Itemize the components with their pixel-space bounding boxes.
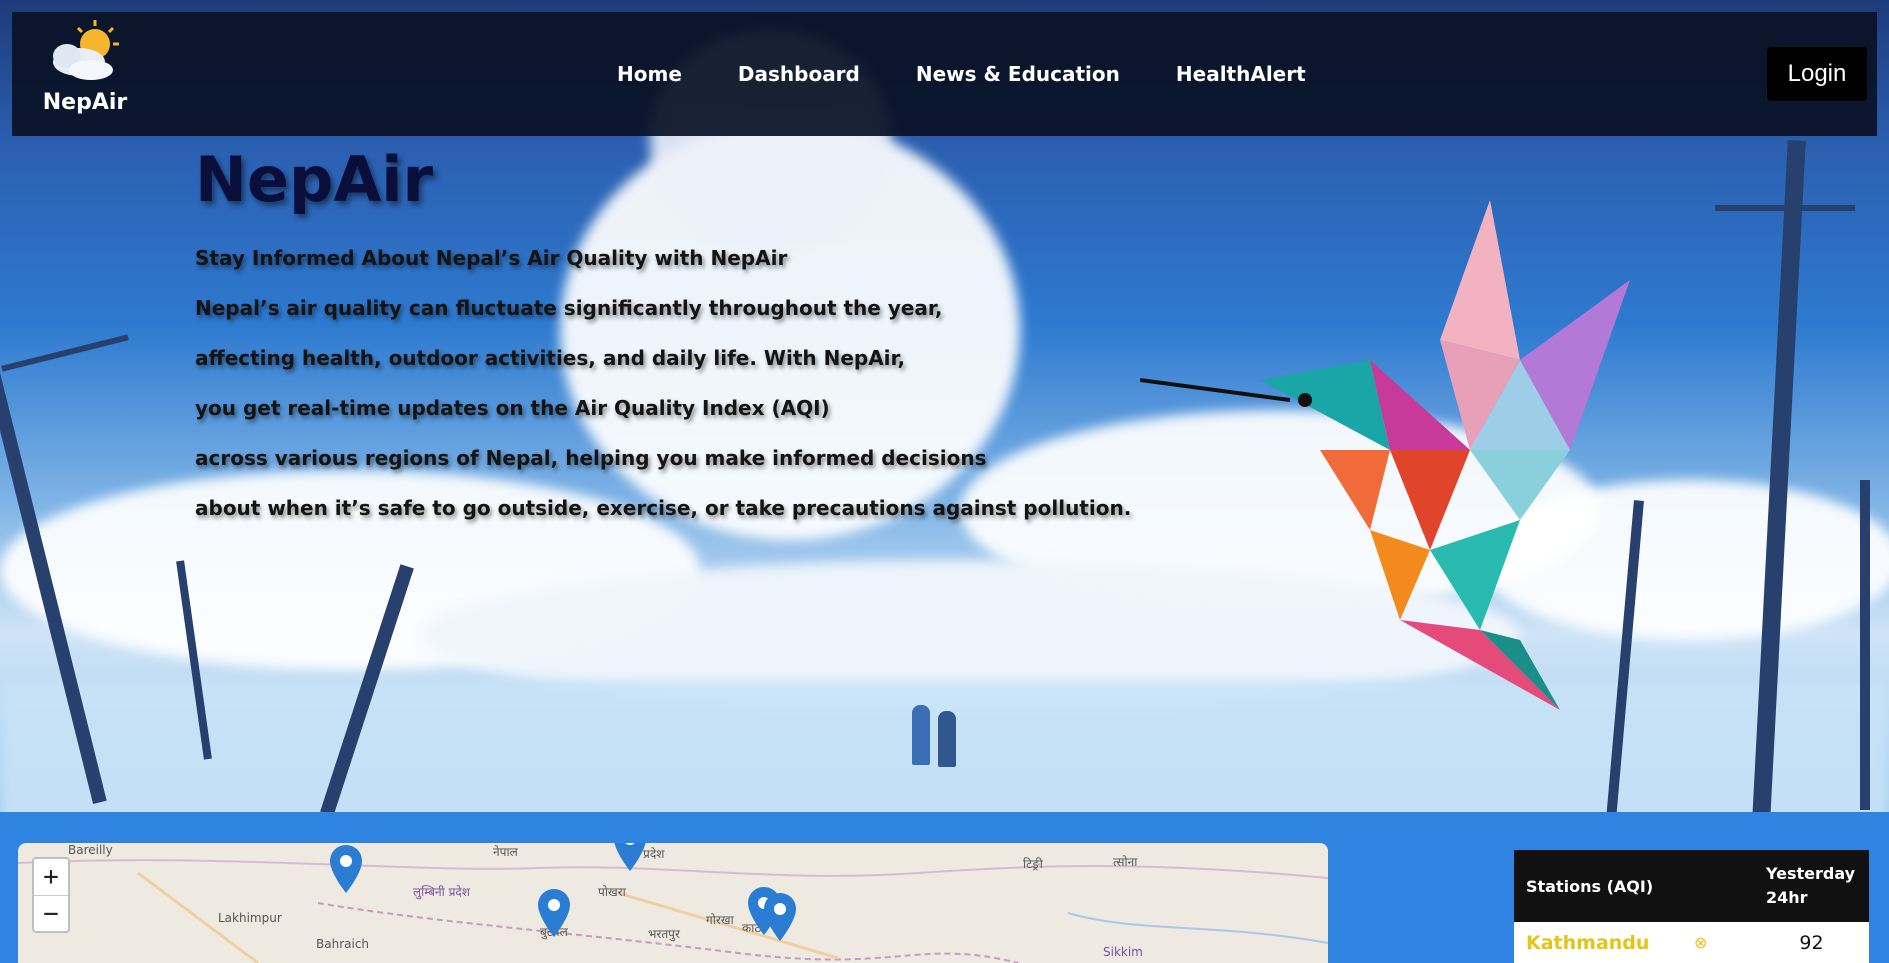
hero-line: affecting health, outdoor activities, an… (195, 346, 906, 370)
hero-line: you get real-time updates on the Air Qua… (195, 396, 830, 420)
utility-pole-arm (1, 334, 129, 372)
map-label: लुम्बिनी प्रदेश (413, 885, 470, 899)
hero-line: Nepal’s air quality can fluctuate signif… (195, 296, 943, 320)
hero-title: NepAir (195, 143, 434, 216)
station-name[interactable]: Kathmandu (1514, 932, 1694, 954)
login-button[interactable]: Login (1767, 47, 1867, 101)
circle-x-icon: ⊗ (1694, 933, 1708, 952)
map-label: भरतपुर (648, 927, 680, 941)
map-label: त्सोना (1113, 855, 1138, 869)
nav-health-alert[interactable]: HealthAlert (1176, 62, 1306, 86)
map-zoom-control: + − (32, 857, 70, 933)
hero-description: Stay Informed About Nepal’s Air Quality … (195, 243, 1131, 543)
brand-name: NepAir (42, 90, 128, 115)
map-label: नेपाल (493, 845, 518, 859)
nav-dashboard[interactable]: Dashboard (738, 62, 860, 86)
map-label: Bahraich (316, 937, 370, 951)
map-marker-icon[interactable] (538, 889, 570, 937)
nav-news-education[interactable]: News & Education (916, 62, 1120, 86)
nav-links: Home Dashboard News & Education HealthAl… (617, 12, 1306, 136)
map-marker-icon[interactable] (614, 843, 646, 871)
table-row[interactable]: Kathmandu ⊗ 92 (1514, 922, 1869, 963)
stations-table-header: Stations (AQI) Yesterday 24hr (1514, 850, 1869, 922)
utility-pole-arm (1715, 205, 1855, 211)
map-marker-icon[interactable] (764, 893, 796, 941)
map-label: Bareilly (68, 843, 113, 857)
stations-column-header: Stations (AQI) (1526, 876, 1654, 896)
utility-pole (1860, 480, 1870, 810)
map-label: प्रदेश (643, 847, 665, 861)
map-label: Lakhimpur (218, 911, 282, 925)
hero-line: about when it’s safe to go outside, exer… (195, 496, 1132, 520)
zoom-out-button[interactable]: − (34, 895, 68, 931)
hero-line: Stay Informed About Nepal’s Air Quality … (195, 246, 788, 270)
map-label: पोखरा (598, 885, 626, 899)
brand[interactable]: NepAir (30, 18, 140, 130)
people-figures (912, 705, 962, 775)
station-aqi-value: 92 (1799, 931, 1824, 954)
map-label: टिङ्री (1023, 857, 1043, 871)
nav-home[interactable]: Home (617, 62, 682, 86)
cloud-sun-icon (53, 20, 119, 80)
map-label: Sikkim (1103, 945, 1143, 959)
map-marker-icon[interactable] (330, 845, 362, 893)
yesterday-column-header: Yesterday 24hr (1766, 864, 1856, 907)
hero-line: across various regions of Nepal, helping… (195, 446, 987, 470)
zoom-in-button[interactable]: + (34, 859, 68, 895)
hummingbird-illustration (1140, 200, 1630, 710)
top-navbar: NepAir Home Dashboard News & Education H… (12, 12, 1877, 136)
aqi-map[interactable]: Bareilly नेपाल प्रदेश लुम्बिनी प्रदेश पो… (18, 843, 1328, 963)
map-label: गोरखा (706, 913, 734, 927)
stations-table: Stations (AQI) Yesterday 24hr Kathmandu … (1514, 850, 1869, 963)
